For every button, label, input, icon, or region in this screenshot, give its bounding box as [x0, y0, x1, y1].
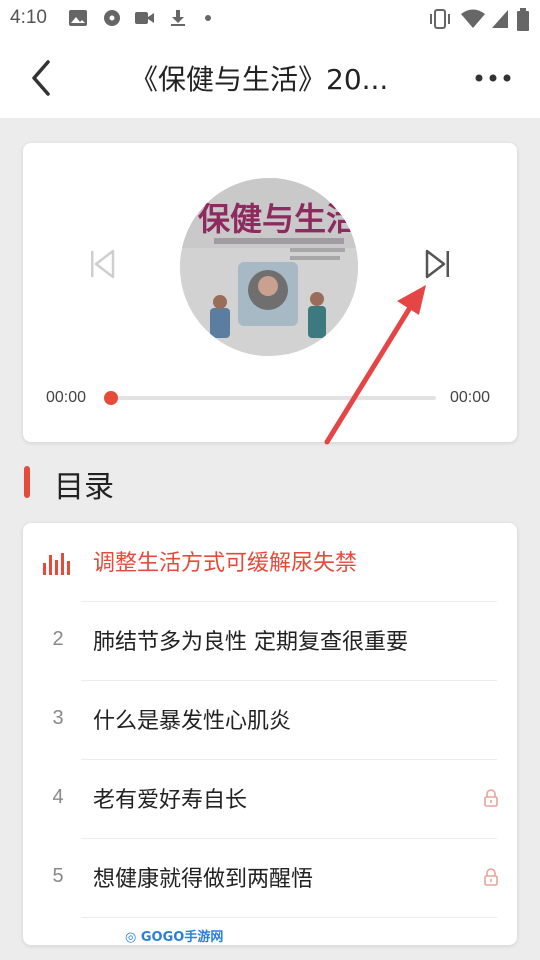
video-icon	[135, 12, 154, 24]
divider	[81, 917, 497, 918]
list-item[interactable]: 5 想健康就得做到两醒悟	[23, 839, 517, 918]
status-bar: 4:10	[0, 0, 540, 38]
current-time: 00:00	[46, 389, 87, 406]
playing-equalizer-icon	[43, 553, 70, 575]
more-options-icon[interactable]	[468, 64, 518, 92]
total-time: 00:00	[450, 389, 491, 406]
audio-player-card: 保健与生活 00:00 00:00	[23, 143, 517, 442]
track-title: 什么是暴发性心肌炎	[93, 709, 292, 734]
progress-thumb[interactable]	[104, 391, 118, 405]
progress-track[interactable]	[109, 396, 436, 400]
track-title: 老有爱好寿自长	[93, 788, 248, 813]
watermark-text: GOGO手游网	[140, 930, 224, 945]
lock-icon	[484, 868, 498, 886]
next-track-icon[interactable]	[423, 247, 453, 281]
previous-track-icon[interactable]	[87, 247, 117, 281]
track-title: 调整生活方式可缓解尿失禁	[93, 551, 358, 576]
image-icon	[69, 10, 87, 26]
magazine-cover-image: 保健与生活	[180, 178, 358, 356]
disc-icon	[104, 10, 120, 26]
svg-text:保健与生活: 保健与生活	[198, 200, 358, 238]
signal-icon	[492, 10, 508, 28]
watermark: ◎ GOGO手游网	[125, 926, 223, 945]
track-number: 2	[52, 628, 64, 650]
watermark-logo-icon: ◎	[125, 930, 137, 945]
page-title: 《保健与生活》20...	[130, 63, 389, 96]
lock-icon	[484, 789, 498, 807]
list-item[interactable]: 3 什么是暴发性心肌炎	[23, 681, 517, 760]
track-number: 3	[52, 707, 64, 729]
section-title: 目录	[54, 470, 114, 505]
chapter-list: 调整生活方式可缓解尿失禁 2 肺结节多为良性 定期复查很重要 3 什么是暴发性心…	[23, 523, 517, 945]
track-number: 5	[52, 865, 64, 887]
list-item[interactable]: 调整生活方式可缓解尿失禁	[23, 523, 517, 602]
download-icon	[171, 10, 185, 26]
track-number: 4	[52, 786, 64, 808]
track-title: 肺结节多为良性 定期复查很重要	[93, 630, 408, 655]
back-arrow-icon[interactable]	[24, 56, 64, 100]
notification-dot-icon	[205, 15, 211, 21]
vibrate-icon	[430, 9, 450, 29]
status-time: 4:10	[10, 7, 47, 28]
track-title: 想健康就得做到两醒悟	[93, 867, 314, 892]
list-item[interactable]: 2 肺结节多为良性 定期复查很重要	[23, 602, 517, 681]
list-item[interactable]: 4 老有爱好寿自长	[23, 760, 517, 839]
album-cover: 保健与生活	[180, 178, 358, 356]
app-bar: 《保健与生活》20...	[0, 38, 540, 118]
section-accent-bar	[24, 466, 30, 498]
wifi-icon	[461, 9, 485, 28]
battery-icon	[517, 8, 529, 31]
